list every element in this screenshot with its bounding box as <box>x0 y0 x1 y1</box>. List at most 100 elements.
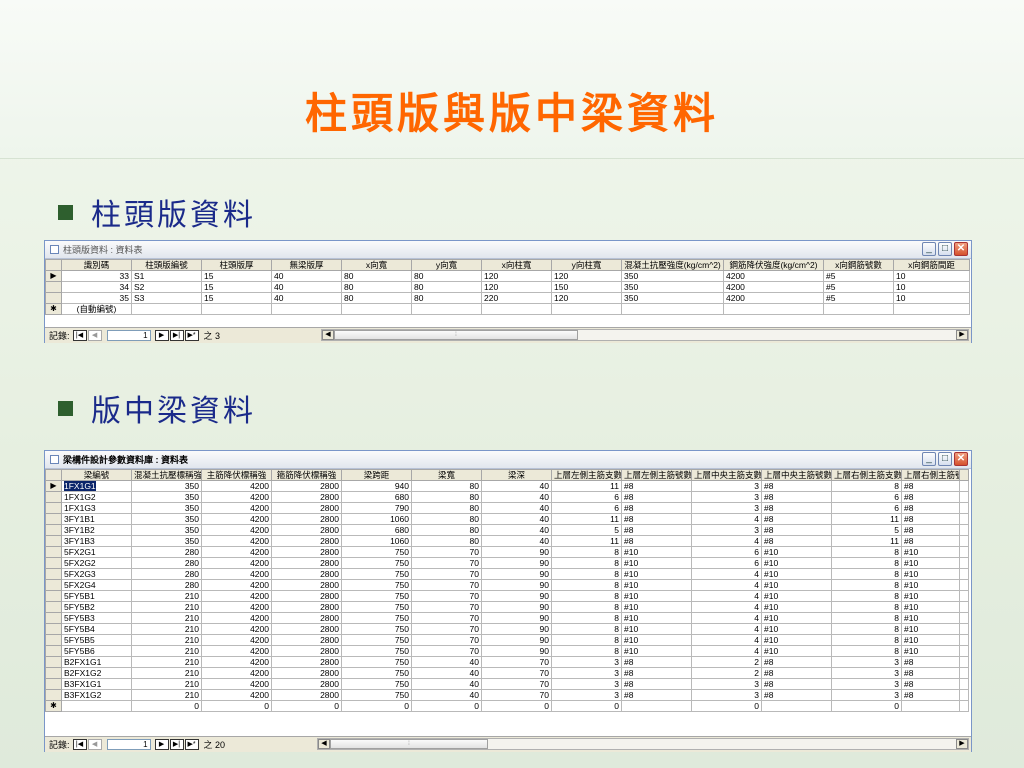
table-cell[interactable]: 4 <box>691 634 762 646</box>
table-cell[interactable]: 8 <box>831 623 902 635</box>
table-cell[interactable] <box>201 303 272 315</box>
table-cell[interactable]: 750 <box>341 678 412 690</box>
table-cell[interactable]: #10 <box>901 579 960 591</box>
table-cell[interactable]: 3 <box>551 656 622 668</box>
table-cell[interactable]: 210 <box>131 601 202 613</box>
table-cell[interactable]: 2800 <box>271 623 342 635</box>
record-selector[interactable] <box>45 281 62 293</box>
table-cell[interactable]: 0 <box>411 700 482 712</box>
maximize-button[interactable]: □ <box>938 452 952 466</box>
table-cell[interactable]: #8 <box>621 513 692 525</box>
corner-cell[interactable] <box>45 259 62 271</box>
table-cell[interactable]: 90 <box>481 590 552 602</box>
table-cell[interactable]: 4200 <box>201 634 272 646</box>
table-cell[interactable]: 3 <box>551 678 622 690</box>
table-cell[interactable]: #8 <box>621 524 692 536</box>
table-cell[interactable]: 750 <box>341 590 412 602</box>
table-cell[interactable]: 6 <box>691 546 762 558</box>
table-cell[interactable]: 280 <box>131 557 202 569</box>
table-cell[interactable]: 80 <box>411 292 482 304</box>
table-cell[interactable]: #8 <box>901 513 960 525</box>
table-cell[interactable]: 80 <box>411 524 482 536</box>
table-cell[interactable] <box>959 590 969 602</box>
table-cell[interactable]: 8 <box>831 568 902 580</box>
table-cell[interactable]: 8 <box>831 634 902 646</box>
table-cell[interactable]: 70 <box>411 623 482 635</box>
table-cell[interactable]: 40 <box>411 667 482 679</box>
record-number-input[interactable]: 1 <box>106 739 151 750</box>
table-cell[interactable]: 4200 <box>201 513 272 525</box>
table-cell[interactable]: 750 <box>341 557 412 569</box>
scroll-right-icon[interactable]: ▶ <box>956 739 968 749</box>
table-cell[interactable]: #10 <box>621 579 692 591</box>
table-cell[interactable]: #8 <box>761 513 832 525</box>
table-cell[interactable]: 5FY5B6 <box>61 645 132 657</box>
table-cell[interactable]: 80 <box>341 270 412 282</box>
table-cell[interactable]: 40 <box>481 480 552 492</box>
table-cell[interactable] <box>621 700 692 712</box>
table-cell[interactable]: 4 <box>691 535 762 547</box>
table-cell[interactable]: 2800 <box>271 590 342 602</box>
table-cell[interactable]: 6 <box>831 502 902 514</box>
table-cell[interactable]: #8 <box>761 502 832 514</box>
table-cell[interactable]: 2 <box>691 667 762 679</box>
table-cell[interactable]: #8 <box>901 656 960 668</box>
table-cell[interactable]: #8 <box>761 667 832 679</box>
scroll-left-icon[interactable]: ◀ <box>322 330 334 340</box>
close-button[interactable]: ✕ <box>954 242 968 256</box>
table-cell[interactable]: 5 <box>551 524 622 536</box>
table-cell[interactable]: 80 <box>411 491 482 503</box>
table-cell[interactable]: 8 <box>551 645 622 657</box>
autonumber-placeholder[interactable]: (自動編號) <box>61 303 132 315</box>
table-cell[interactable]: 3 <box>551 667 622 679</box>
table-cell[interactable]: 220 <box>481 292 552 304</box>
table-cell[interactable]: #8 <box>761 491 832 503</box>
table-cell[interactable]: 11 <box>551 480 622 492</box>
table-cell[interactable] <box>621 303 724 315</box>
table-cell[interactable]: 70 <box>411 557 482 569</box>
table-cell[interactable]: 4200 <box>201 678 272 690</box>
table-cell[interactable] <box>959 535 969 547</box>
table-cell[interactable]: 10 <box>893 292 970 304</box>
record-selector[interactable] <box>45 535 62 547</box>
table-cell[interactable] <box>959 513 969 525</box>
table-row[interactable]: 35 S3 15 40 80 80 220 120 350 4200 #5 10 <box>45 292 970 304</box>
table-cell[interactable]: #10 <box>761 590 832 602</box>
table-cell[interactable] <box>61 700 132 712</box>
table-cell[interactable]: 40 <box>481 502 552 514</box>
table-cell[interactable]: 3 <box>691 502 762 514</box>
table-cell[interactable]: 40 <box>481 535 552 547</box>
column-header[interactable]: x向寬 <box>341 259 412 271</box>
table-cell[interactable]: 3 <box>691 480 762 492</box>
table-cell[interactable]: #8 <box>621 502 692 514</box>
table-cell[interactable]: 210 <box>131 689 202 701</box>
table-cell[interactable]: #10 <box>761 568 832 580</box>
table-cell[interactable]: 8 <box>831 546 902 558</box>
table-cell[interactable]: B2FX1G2 <box>61 667 132 679</box>
column-header[interactable]: 梁深 <box>481 469 552 481</box>
table-cell[interactable]: 80 <box>411 270 482 282</box>
table-cell[interactable]: #10 <box>901 590 960 602</box>
table-cell[interactable]: 4 <box>691 601 762 613</box>
table-cell[interactable] <box>959 667 969 679</box>
column-header[interactable]: 混凝土抗壓強度(kg/cm^2) <box>621 259 724 271</box>
table-cell[interactable]: 2800 <box>271 546 342 558</box>
table-cell[interactable]: 4200 <box>201 689 272 701</box>
table-cell[interactable]: 750 <box>341 656 412 668</box>
record-selector[interactable] <box>45 590 62 602</box>
table-cell[interactable] <box>959 700 969 712</box>
table-cell[interactable]: #8 <box>761 535 832 547</box>
table-cell[interactable]: 750 <box>341 579 412 591</box>
table-row[interactable]: 5FY5B5 210 4200 2800 750 70 90 8 #10 4 #10 8 #10 <box>45 634 969 646</box>
table-cell[interactable]: #8 <box>621 480 692 492</box>
record-selector[interactable] <box>45 689 62 701</box>
table-cell[interactable]: 350 <box>131 535 202 547</box>
next-record-button[interactable]: ▶ <box>154 739 169 750</box>
table-cell[interactable]: 4200 <box>723 292 824 304</box>
table-cell[interactable]: 11 <box>831 513 902 525</box>
table-cell[interactable]: 750 <box>341 601 412 613</box>
table-cell[interactable]: 1FX1G2 <box>61 491 132 503</box>
table-row[interactable]: B2FX1G1 210 4200 2800 750 40 70 3 #8 2 #8 3 #8 <box>45 656 969 668</box>
table-row[interactable]: 5FX2G4 280 4200 2800 750 70 90 8 #10 4 #10 8 #10 <box>45 579 969 591</box>
column-header[interactable]: 識別碼 <box>61 259 132 271</box>
